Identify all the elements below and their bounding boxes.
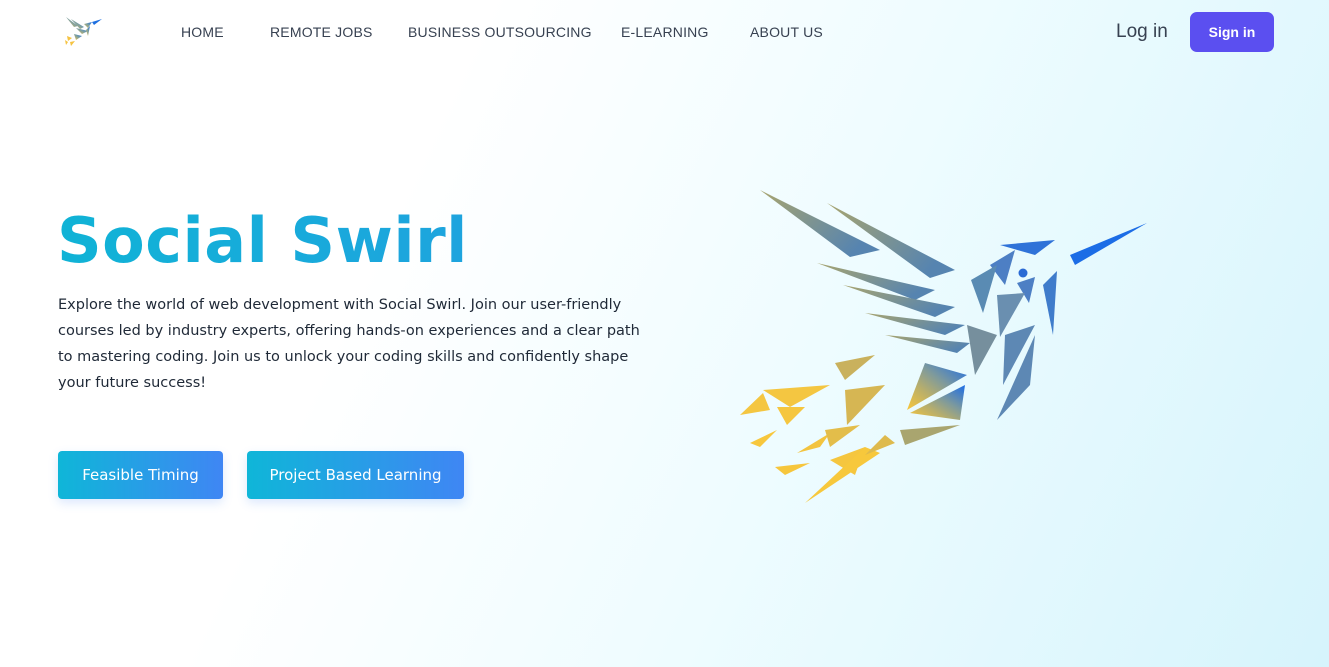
navbar: HOME REMOTE JOBS BUSINESS OUTSOURCING E-… [0, 0, 1329, 66]
login-link[interactable]: Log in [1116, 21, 1168, 43]
hero-title: Social Swirl [57, 204, 468, 277]
hummingbird-logo-icon[interactable] [62, 14, 104, 50]
feasible-timing-button[interactable]: Feasible Timing [58, 451, 223, 499]
hummingbird-illustration [735, 185, 1155, 510]
nav-link-home[interactable]: HOME [181, 24, 224, 40]
project-based-learning-button[interactable]: Project Based Learning [247, 451, 464, 499]
signin-button[interactable]: Sign in [1190, 12, 1274, 52]
hero-description: Explore the world of web development wit… [58, 297, 640, 391]
nav-link-about-us[interactable]: ABOUT US [750, 24, 823, 40]
nav-link-business-outsourcing[interactable]: BUSINESS OUTSOURCING [408, 24, 592, 40]
nav-link-remote-jobs[interactable]: REMOTE JOBS [270, 24, 373, 40]
nav-link-e-learning[interactable]: E-LEARNING [621, 24, 709, 40]
